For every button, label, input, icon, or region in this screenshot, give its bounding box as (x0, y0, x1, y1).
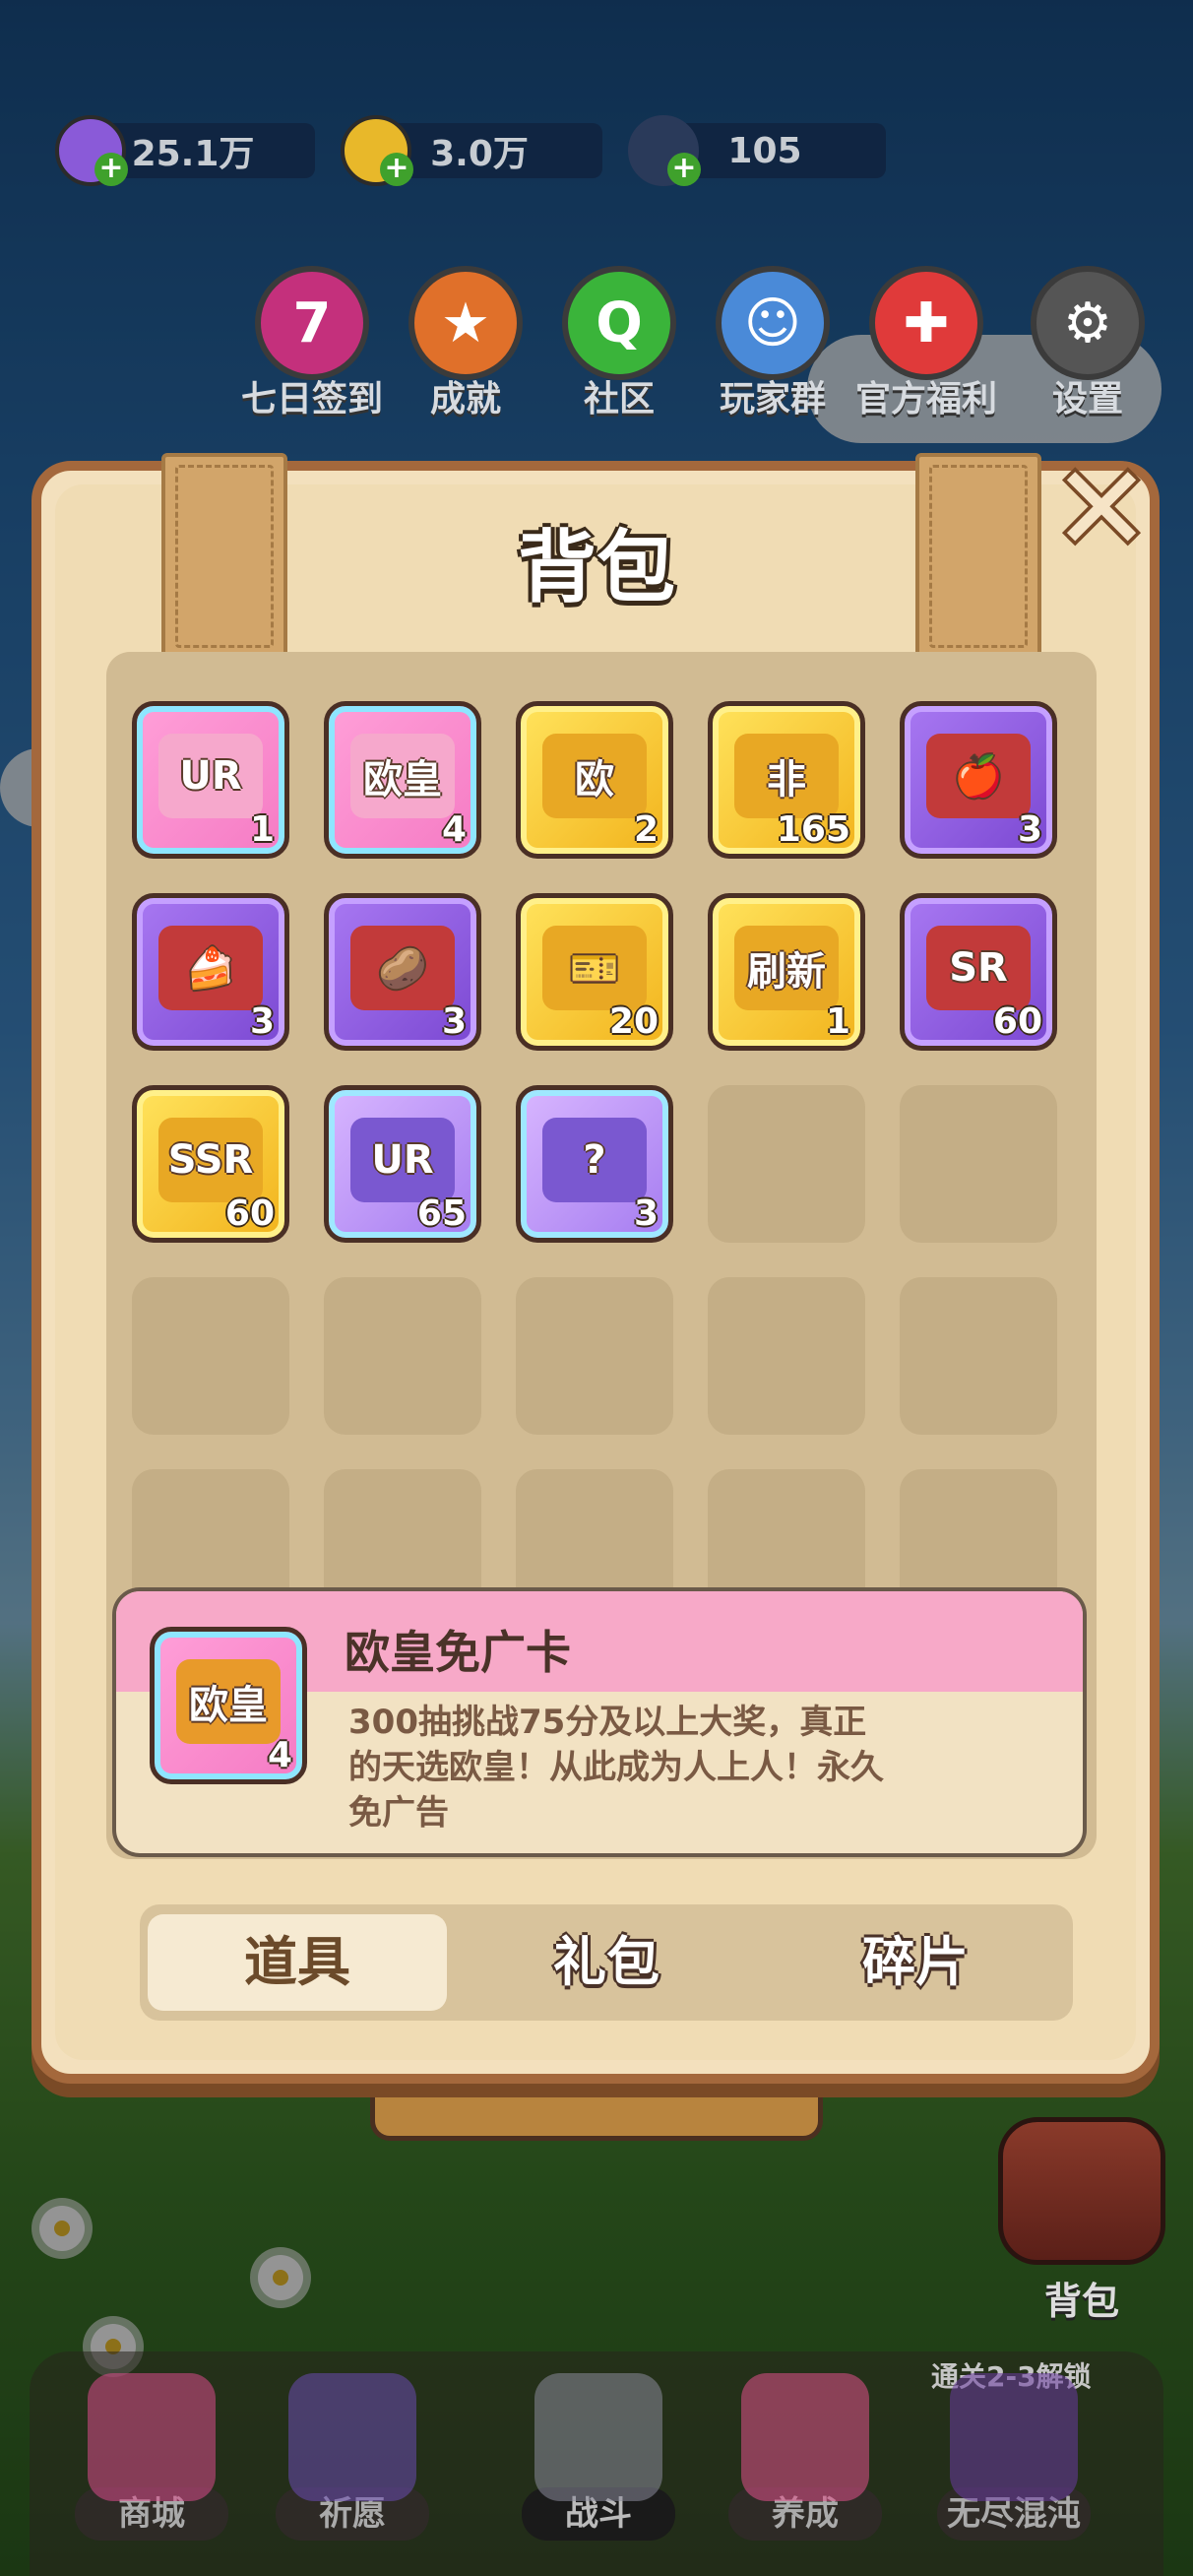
bottom-nav-icon (534, 2373, 662, 2501)
item-icon: 欧皇 (350, 734, 455, 818)
bottom-nav-icon (288, 2373, 416, 2501)
item-slot[interactable]: 欧皇 4 (324, 701, 481, 859)
bottom-nav-item[interactable]: 祈愿 (254, 2373, 451, 2541)
top-menu-item[interactable]: ☺ 玩家群 (699, 266, 847, 421)
item-count: 4 (441, 809, 467, 850)
empty-slot (516, 1277, 673, 1435)
bottom-nav-icon (950, 2373, 1078, 2501)
diamond-value: 25.1万 (131, 134, 255, 174)
top-menu-item[interactable]: ✚ 官方福利 (852, 266, 1000, 421)
add-energy-icon[interactable]: + (667, 153, 701, 186)
item-slot[interactable]: 🍎 3 (900, 701, 1057, 859)
energy-counter[interactable]: + 105 (628, 115, 886, 186)
bottom-nav-item[interactable]: 无尽混沌 (915, 2373, 1112, 2541)
item-slot[interactable]: 刷新 1 (708, 893, 865, 1051)
item-icon: 🍎 (926, 734, 1031, 818)
top-menu-icon: Q (562, 266, 676, 380)
backpack-icon (998, 2117, 1165, 2265)
item-detail-icon: 欧皇 4 (150, 1627, 307, 1784)
bottom-nav-item[interactable]: 战斗 (500, 2373, 697, 2541)
item-icon: 刷新 (734, 926, 839, 1010)
item-count: 3 (633, 1193, 659, 1234)
item-slot[interactable]: UR 65 (324, 1085, 481, 1243)
item-slot[interactable]: UR 1 (132, 701, 289, 859)
item-slot[interactable]: 🎫 20 (516, 893, 673, 1051)
backpack-title: 背包 (518, 522, 675, 613)
top-menu-label: 官方福利 (854, 379, 997, 419)
item-slot[interactable]: 非 165 (708, 701, 865, 859)
item-count: 60 (224, 1193, 275, 1234)
top-menu-icon: ✚ (869, 266, 983, 380)
item-icon: 非 (734, 734, 839, 818)
add-diamond-icon[interactable]: + (94, 153, 128, 186)
item-slot[interactable]: 🍰 3 (132, 893, 289, 1051)
bottom-nav-item[interactable]: 养成 (707, 2373, 904, 2541)
item-icon: 🎫 (542, 926, 647, 1010)
item-icon: UR (158, 734, 263, 818)
tab-packs[interactable]: 礼包 (457, 1914, 756, 2011)
top-menu-label: 玩家群 (719, 379, 826, 419)
item-icon: 欧 (542, 734, 647, 818)
top-menu-icon: ★ (408, 266, 523, 380)
close-icon[interactable]: ✕ (1049, 451, 1154, 569)
top-menu-item[interactable]: ⚙ 设置 (1014, 266, 1162, 421)
top-menu-label: 成就 (429, 379, 501, 419)
item-icon: 🍰 (158, 926, 263, 1010)
gold-counter[interactable]: + 3.0万 (341, 115, 602, 186)
diamond-counter[interactable]: + 25.1万 (55, 115, 315, 186)
item-count: 165 (776, 809, 850, 850)
empty-slot (900, 1085, 1057, 1243)
top-menu-label: 设置 (1051, 379, 1123, 419)
top-menu-icon: 7 (255, 266, 369, 380)
top-menu-item[interactable]: ★ 成就 (392, 266, 539, 421)
tab-fragments[interactable]: 碎片 (766, 1914, 1065, 2011)
empty-slot (708, 1277, 865, 1435)
item-count: 1 (825, 1001, 850, 1042)
top-menu-item[interactable]: 7 七日签到 (238, 266, 386, 421)
item-count: 20 (608, 1001, 659, 1042)
empty-slot (900, 1277, 1057, 1435)
item-count: 3 (441, 1001, 467, 1042)
top-menu-label: 社区 (583, 379, 655, 419)
top-menu-label: 七日签到 (240, 379, 383, 419)
tab-items[interactable]: 道具 (148, 1914, 447, 2011)
add-gold-icon[interactable]: + (380, 153, 413, 186)
top-menu-icon: ⚙ (1031, 266, 1145, 380)
empty-slot (132, 1277, 289, 1435)
item-slot[interactable]: 🥔 3 (324, 893, 481, 1051)
item-slot[interactable]: 欧2 (516, 701, 673, 859)
item-slot[interactable]: ? 3 (516, 1085, 673, 1243)
bottom-nav-icon (88, 2373, 216, 2501)
top-menu-item[interactable]: Q 社区 (545, 266, 693, 421)
item-count: 60 (992, 1001, 1042, 1042)
backpack-shortcut[interactable]: 背包 (994, 2117, 1169, 2325)
item-count: 2 (633, 809, 659, 850)
empty-slot (324, 1277, 481, 1435)
item-icon: SSR (158, 1118, 263, 1202)
item-detail-art: 欧皇 (176, 1659, 281, 1744)
bottom-nav-item[interactable]: 商城 (53, 2373, 250, 2541)
item-icon: 🥔 (350, 926, 455, 1010)
item-icon: UR (350, 1118, 455, 1202)
bottom-nav-icon (741, 2373, 869, 2501)
backpack-shortcut-label: 背包 (1043, 2280, 1119, 2323)
item-count: 1 (249, 809, 275, 850)
backpack-tab-bar: 道具 礼包 碎片 (140, 1904, 1073, 2021)
item-detail-count: 4 (267, 1735, 292, 1775)
item-icon: SR (926, 926, 1031, 1010)
item-detail-name: 欧皇免广卡 (345, 1626, 571, 1679)
item-count: 3 (1017, 809, 1042, 850)
empty-slot (708, 1085, 865, 1243)
item-count: 3 (249, 1001, 275, 1042)
gold-value: 3.0万 (430, 134, 529, 174)
top-menu-icon: ☺ (716, 266, 830, 380)
hidden-action-button (370, 2078, 823, 2141)
item-slot[interactable]: SR 60 (900, 893, 1057, 1051)
item-detail-description: 300抽挑战75分及以上大奖，真正的天选欧皇！从此成为人上人！永久免广告 (348, 1703, 884, 1833)
item-icon: ? (542, 1118, 647, 1202)
item-slot[interactable]: SSR 60 (132, 1085, 289, 1243)
energy-value: 105 (727, 130, 802, 171)
item-count: 65 (416, 1193, 467, 1234)
